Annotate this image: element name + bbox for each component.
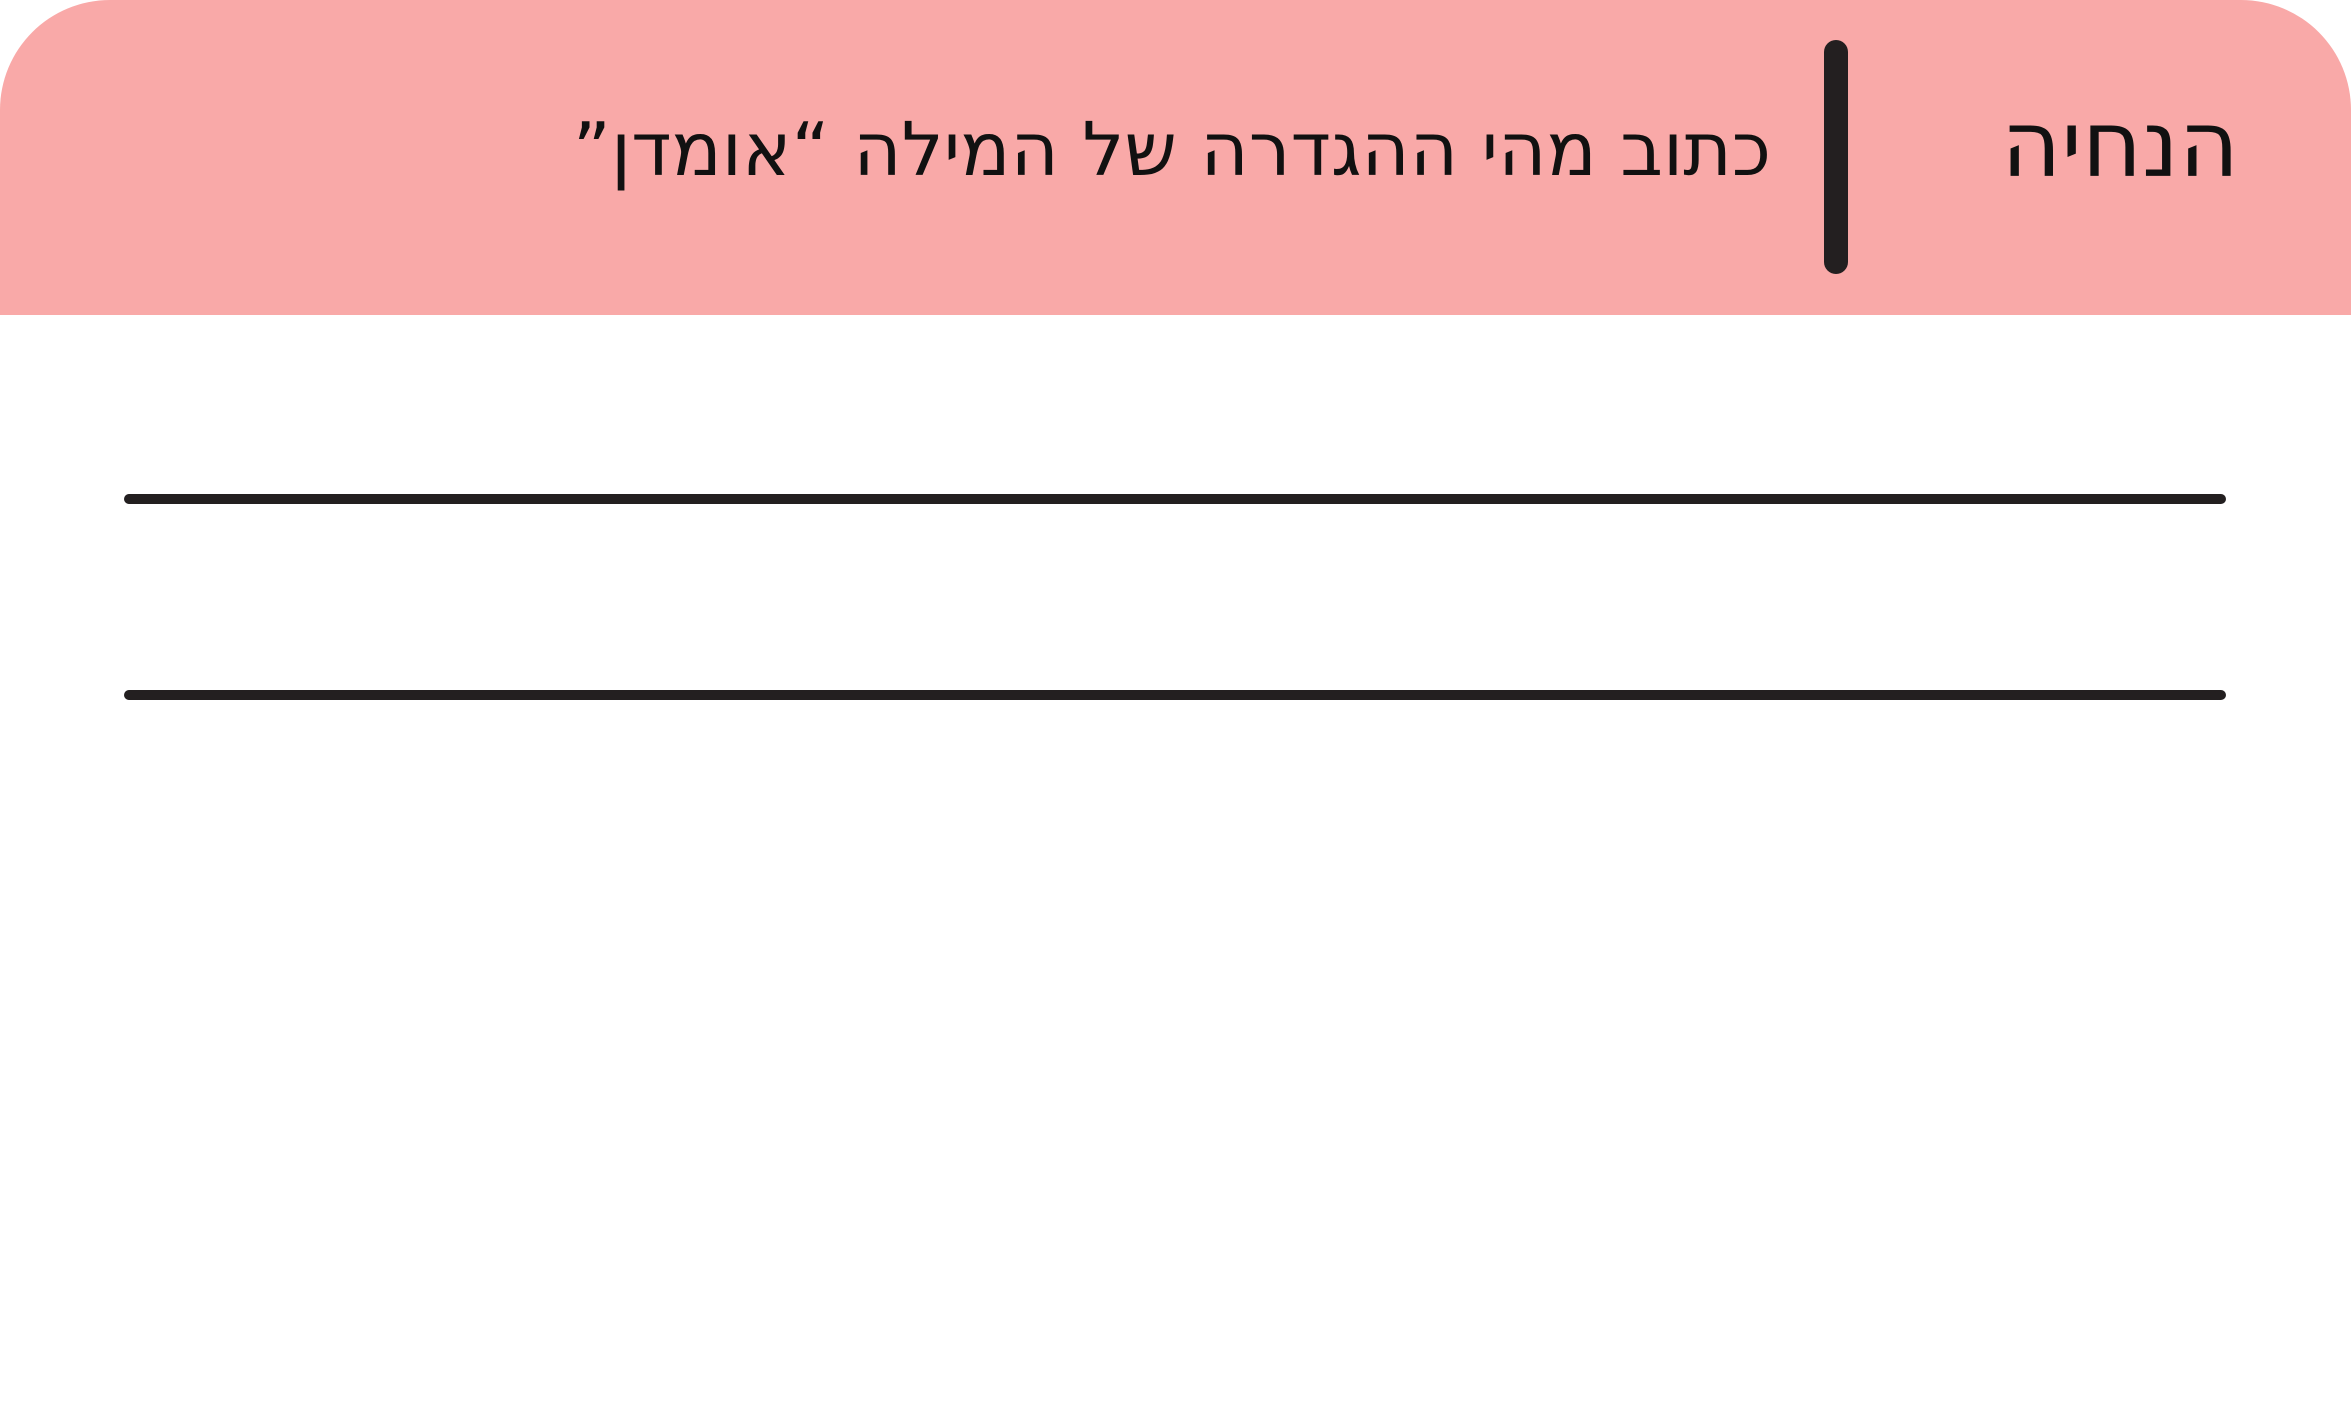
- header-divider: [1824, 40, 1848, 274]
- header-title: הנחיה: [2001, 91, 2239, 198]
- instruction-header: הנחיה כתוב מהי ההגדרה של המילה “אומדן”: [0, 0, 2351, 315]
- answer-area[interactable]: [0, 315, 2351, 1417]
- instruction-text: כתוב מהי ההגדרה של המילה “אומדן”: [572, 107, 1771, 193]
- answer-line-2: [124, 690, 2226, 700]
- answer-line-1: [124, 494, 2226, 504]
